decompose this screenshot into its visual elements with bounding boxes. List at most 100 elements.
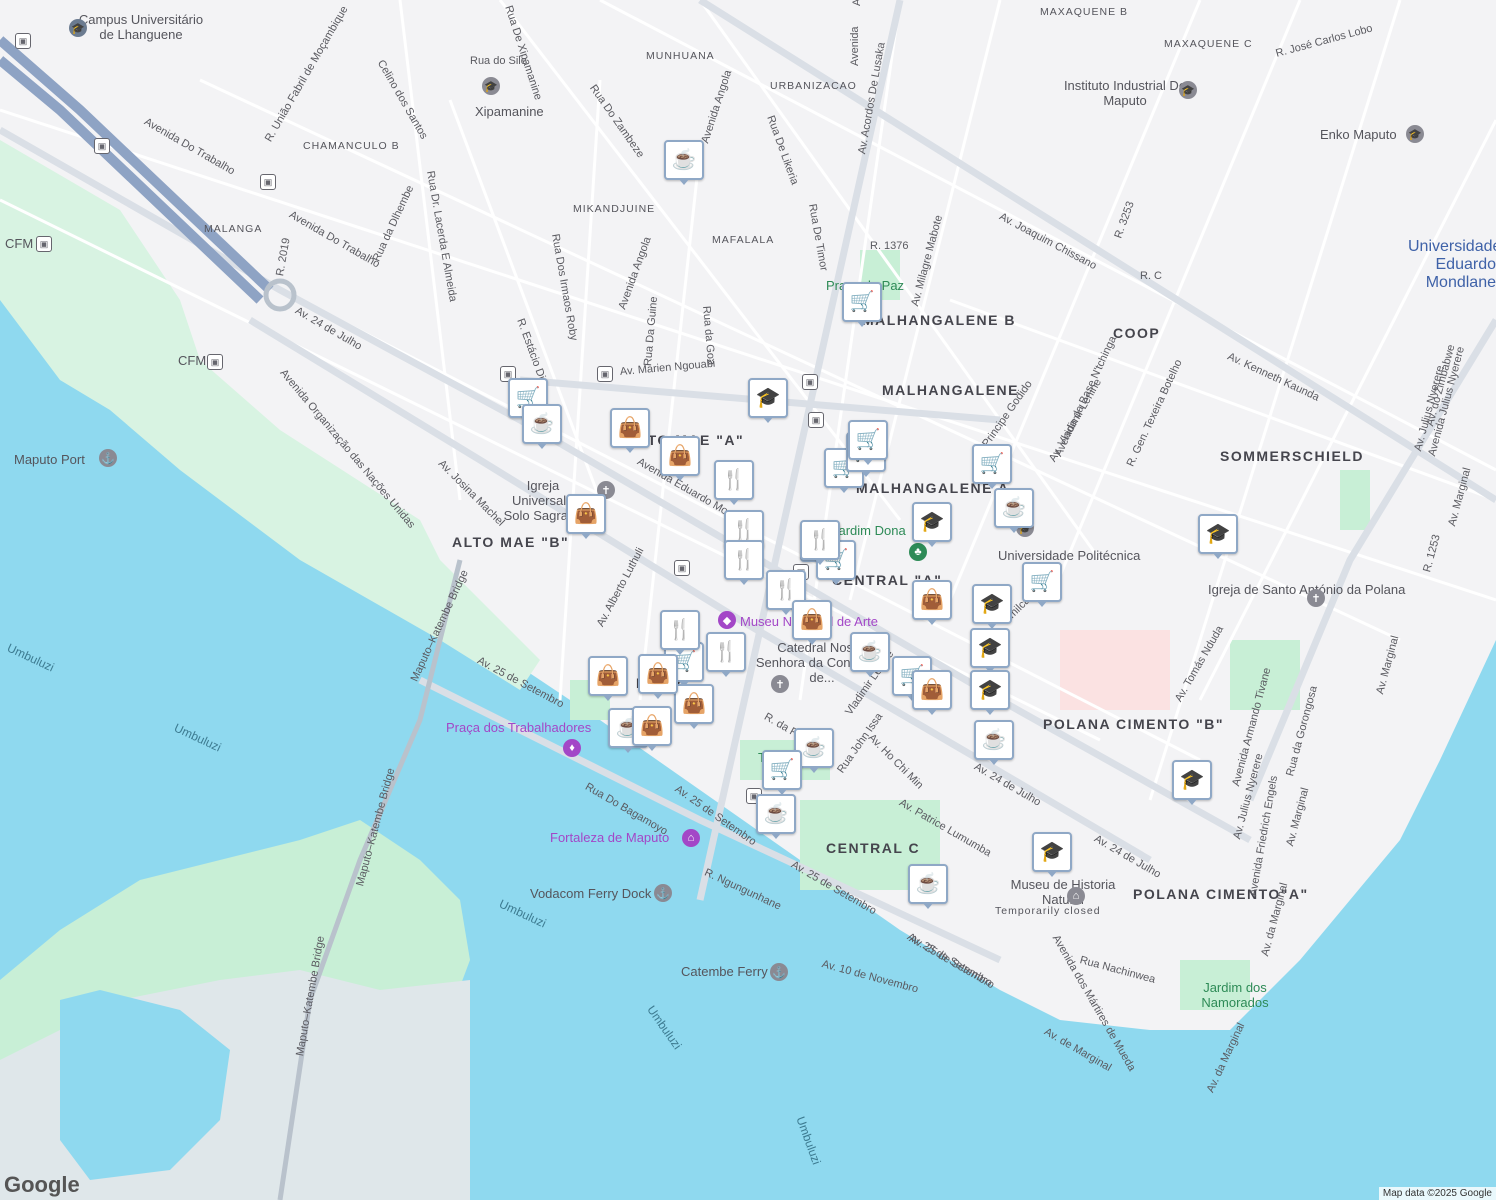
map-base-layer [0, 0, 1496, 1200]
place-label-fortaleza[interactable]: Fortaleza de Maputo [550, 830, 669, 845]
poi-marker-icon[interactable]: 🎓 [1179, 81, 1197, 99]
shopping-pin[interactable]: 👜 [660, 436, 700, 481]
neighbourhood-label: MAXAQUENE B [1040, 6, 1129, 18]
school-icon: 🎓 [979, 593, 1005, 615]
shopping-pin[interactable]: 👜 [588, 656, 628, 701]
shopping-pin[interactable]: 👜 [912, 580, 952, 625]
restaurant-icon: 🍴 [773, 579, 799, 601]
street-label: Avenida Do Trabalho [851, 0, 863, 6]
transit-stop-icon[interactable]: ▣ [808, 412, 824, 428]
cafe-pin[interactable]: ☕ [664, 140, 704, 185]
shopping-pin[interactable]: 👜 [638, 654, 678, 699]
place-label-port[interactable]: Maputo Port [14, 452, 85, 467]
cart-pin[interactable]: 🛒 [842, 282, 882, 327]
school-pin[interactable]: 🎓 [1032, 832, 1072, 877]
poi-marker-icon[interactable]: ♦ [563, 739, 581, 757]
shopping-icon: 👜 [681, 693, 707, 715]
map-attribution[interactable]: Map data ©2025 Google [1378, 1187, 1496, 1200]
school-icon: 🎓 [1205, 523, 1231, 545]
map-canvas[interactable]: ALTO MAE "B"ALTO MAE "A"MALHANGALENE BMA… [0, 0, 1496, 1200]
cafe-icon: ☕ [529, 413, 555, 435]
place-label-jardim-nam[interactable]: Jardim dos Namorados [1200, 980, 1270, 1010]
cafe-icon: ☕ [857, 641, 883, 663]
restaurant-icon: 🍴 [713, 641, 739, 663]
school-pin[interactable]: 🎓 [1198, 514, 1238, 559]
place-label-jardim-dona[interactable]: Jardim Dona [832, 523, 906, 538]
district-label: COOP [1113, 325, 1161, 341]
poi-marker-icon[interactable]: 🎓 [1406, 125, 1424, 143]
restaurant-pin[interactable]: 🍴 [724, 540, 764, 585]
place-label-museu-hist[interactable]: Museu de Historia Natural [998, 877, 1128, 907]
shopping-icon: 👜 [595, 665, 621, 687]
poi-marker-icon[interactable]: ✝ [771, 675, 789, 693]
poi-marker-icon[interactable]: ✝ [1307, 589, 1325, 607]
transit-stop-icon[interactable]: ▣ [802, 374, 818, 390]
poi-marker-icon[interactable]: 🎓 [482, 77, 500, 95]
school-pin[interactable]: 🎓 [972, 584, 1012, 629]
place-label-politecnica[interactable]: Universidade Politécnica [998, 548, 1140, 563]
school-pin[interactable]: 🎓 [970, 628, 1010, 673]
poi-marker-icon[interactable]: 🎓 [69, 19, 87, 37]
shopping-pin[interactable]: 👜 [674, 684, 714, 729]
school-pin[interactable]: 🎓 [748, 378, 788, 423]
place-label-instituto[interactable]: Instituto Industrial De Maputo [1060, 78, 1190, 108]
district-label: SOMMERSCHIELD [1220, 448, 1364, 464]
transit-stop-icon[interactable]: ▣ [597, 366, 613, 382]
cart-pin[interactable]: 🛒 [848, 420, 888, 465]
school-icon: 🎓 [919, 511, 945, 533]
shopping-icon: 👜 [667, 445, 693, 467]
restaurant-icon: 🍴 [667, 619, 693, 641]
cart-icon: 🛒 [855, 429, 881, 451]
district-label: MALHANGALENE B [862, 312, 1016, 328]
cafe-pin[interactable]: ☕ [908, 864, 948, 909]
place-label-cfm1[interactable]: CFM [5, 236, 33, 251]
transit-stop-icon[interactable]: ▣ [94, 138, 110, 154]
poi-marker-icon[interactable]: ⚓ [654, 884, 672, 902]
neighbourhood-label: MAFALALA [712, 234, 775, 246]
place-label-catembe[interactable]: Catembe Ferry [681, 964, 768, 979]
place-label-campus[interactable]: Campus Universitário de Lhanguene [76, 12, 206, 42]
place-label-xipamanine[interactable]: Xipamanine [475, 104, 544, 119]
transit-stop-icon[interactable]: ▣ [36, 236, 52, 252]
school-pin[interactable]: 🎓 [970, 670, 1010, 715]
school-pin[interactable]: 🎓 [912, 502, 952, 547]
shopping-pin[interactable]: 👜 [632, 706, 672, 751]
transit-stop-icon[interactable]: ▣ [260, 174, 276, 190]
shopping-pin[interactable]: 👜 [566, 494, 606, 539]
place-label-uem[interactable]: Universidade Eduardo Mondlane [1408, 238, 1496, 292]
shopping-icon: 👜 [573, 503, 599, 525]
restaurant-pin[interactable]: 🍴 [660, 610, 700, 655]
cart-pin[interactable]: 🛒 [1022, 562, 1062, 607]
place-label-praca-trab[interactable]: Praça dos Trabalhadores [446, 720, 591, 735]
poi-marker-icon[interactable]: ♣ [909, 543, 927, 561]
cafe-pin[interactable]: ☕ [850, 632, 890, 677]
poi-marker-icon[interactable]: ⚓ [99, 449, 117, 467]
cafe-pin[interactable]: ☕ [522, 404, 562, 449]
cafe-pin[interactable]: ☕ [974, 720, 1014, 765]
transit-stop-icon[interactable]: ▣ [674, 560, 690, 576]
school-pin[interactable]: 🎓 [1172, 760, 1212, 805]
shopping-pin[interactable]: 👜 [792, 600, 832, 645]
place-label-temp-closed[interactable]: Temporarily closed [995, 905, 1101, 917]
cafe-pin[interactable]: ☕ [994, 488, 1034, 533]
place-label-cfm2[interactable]: CFM [178, 353, 206, 368]
street-label: R. 1376 [870, 240, 909, 252]
restaurant-pin[interactable]: 🍴 [800, 520, 840, 565]
restaurant-pin[interactable]: 🍴 [714, 460, 754, 505]
poi-marker-icon[interactable]: ⚓ [770, 963, 788, 981]
poi-marker-icon[interactable]: ⌂ [682, 829, 700, 847]
cart-pin[interactable]: 🛒 [762, 750, 802, 795]
cart-pin[interactable]: 🛒 [972, 444, 1012, 489]
transit-stop-icon[interactable]: ▣ [15, 33, 31, 49]
restaurant-pin[interactable]: 🍴 [706, 632, 746, 677]
neighbourhood-label: MIKANDJUINE [573, 203, 656, 215]
transit-stop-icon[interactable]: ▣ [207, 354, 223, 370]
poi-marker-icon[interactable]: ⌂ [1067, 887, 1085, 905]
shopping-pin[interactable]: 👜 [610, 408, 650, 453]
poi-marker-icon[interactable]: ◆ [718, 611, 736, 629]
cart-icon: 🛒 [1029, 571, 1055, 593]
shopping-pin[interactable]: 👜 [912, 670, 952, 715]
place-label-vodacom[interactable]: Vodacom Ferry Dock [530, 886, 651, 901]
cafe-pin[interactable]: ☕ [756, 794, 796, 839]
place-label-enko[interactable]: Enko Maputo [1320, 127, 1397, 142]
